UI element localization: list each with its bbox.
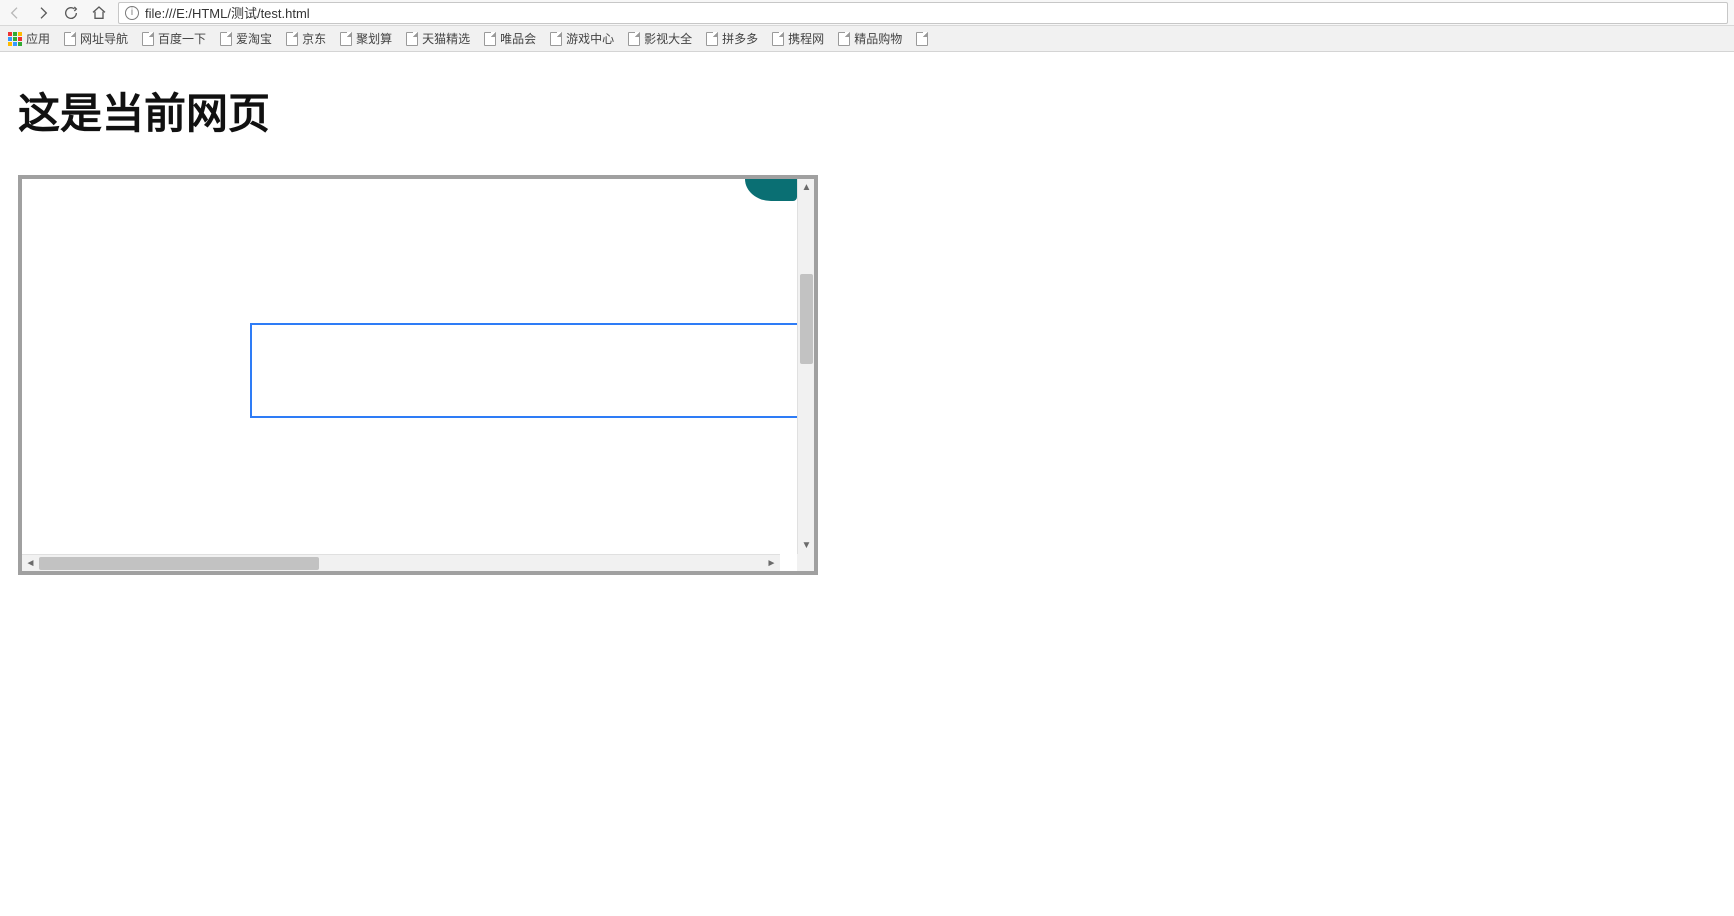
page-icon [550,32,562,46]
iframe-viewport[interactable]: ◄ ► [22,179,797,571]
url-input[interactable] [145,5,1721,20]
scroll-up-arrow-icon[interactable]: ▲ [798,179,815,196]
page-icon [340,32,352,46]
bookmark-item[interactable]: 游戏中心 [550,30,614,47]
back-button[interactable] [6,4,24,22]
page-icon [628,32,640,46]
page-icon [484,32,496,46]
home-button[interactable] [90,4,108,22]
page-icon [220,32,232,46]
apps-button[interactable]: 应用 [8,30,50,47]
bookmark-item[interactable]: 百度一下 [142,30,206,47]
bookmark-item[interactable]: 精品购物 [838,30,902,47]
page-icon [142,32,154,46]
bookmark-item[interactable]: 网址导航 [64,30,128,47]
browser-nav-bar: i [0,0,1734,26]
iframe-container: ◄ ► ▲ ▼ [18,175,818,575]
reload-button[interactable] [62,4,80,22]
info-icon[interactable]: i [125,6,139,20]
bookmark-item[interactable]: 拼多多 [706,30,758,47]
address-bar[interactable]: i [118,2,1728,24]
scroll-right-arrow-icon[interactable]: ► [763,555,780,571]
bookmark-item[interactable]: 天猫精选 [406,30,470,47]
page-icon [772,32,784,46]
apps-icon [8,32,22,46]
bookmarks-bar: 应用 网址导航 百度一下 爱淘宝 京东 聚划算 天猫精选 唯品会 游戏中心 影视… [0,26,1734,52]
page-icon [916,32,928,46]
page-icon [838,32,850,46]
scroll-corner [797,554,814,571]
bookmark-item[interactable]: 影视大全 [628,30,692,47]
bookmark-item[interactable]: 唯品会 [484,30,536,47]
page-icon [706,32,718,46]
bookmark-item[interactable]: 携程网 [772,30,824,47]
scroll-left-arrow-icon[interactable]: ◄ [22,555,39,571]
vertical-scrollbar[interactable]: ▲ ▼ [797,179,814,571]
bookmark-item[interactable]: 京东 [286,30,326,47]
page-title: 这是当前网页 [18,80,1716,141]
scroll-down-arrow-icon[interactable]: ▼ [798,537,815,554]
horizontal-scroll-thumb[interactable] [39,557,319,570]
page-content: 这是当前网页 ◄ ► ▲ ▼ [0,52,1734,575]
bookmark-item[interactable]: 聚划算 [340,30,392,47]
iframe-search-box[interactable] [250,323,797,418]
page-icon [286,32,298,46]
bookmark-item[interactable] [916,32,932,46]
apps-label: 应用 [26,30,50,47]
bookmark-item[interactable]: 爱淘宝 [220,30,272,47]
horizontal-scrollbar[interactable]: ◄ ► [22,554,780,571]
iframe-corner-graphic [745,179,797,201]
forward-button[interactable] [34,4,52,22]
page-icon [64,32,76,46]
vertical-scroll-thumb[interactable] [800,274,813,364]
page-icon [406,32,418,46]
